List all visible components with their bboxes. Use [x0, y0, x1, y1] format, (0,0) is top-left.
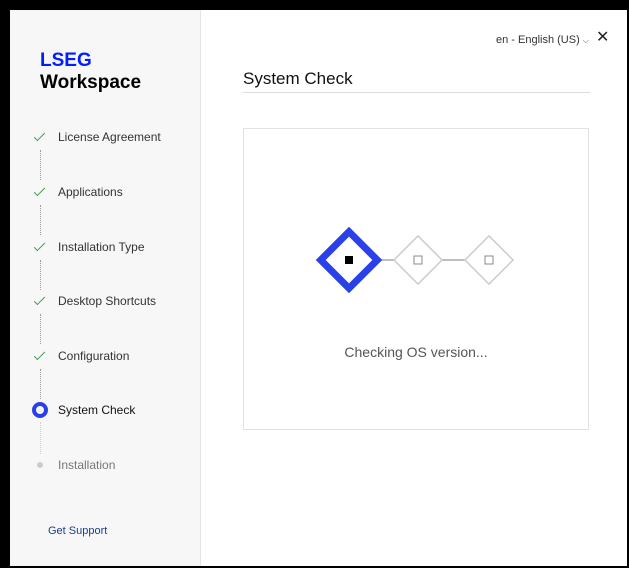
chevron-down-icon: ⌵ [582, 36, 589, 45]
logo-product: Workspace [40, 72, 142, 93]
language-label: en - English (US) [496, 34, 580, 46]
step-label: Installation [58, 458, 116, 472]
step-connector [40, 150, 41, 180]
pending-dot-icon [32, 457, 48, 473]
step-label: Configuration [58, 349, 130, 363]
check-progress-graphic [315, 226, 515, 294]
sidebar: LSEG Workspace License Agreement Applica… [10, 10, 201, 566]
logo-brand: LSEG [40, 50, 92, 71]
step-connector [40, 422, 41, 454]
step-label: Installation Type [58, 240, 145, 254]
step-installation: Installation [32, 455, 115, 475]
step-label: Desktop Shortcuts [58, 294, 157, 308]
step-label: System Check [58, 403, 136, 417]
system-check-panel: Checking OS version... [243, 128, 589, 430]
step-applications: Applications [32, 182, 123, 202]
step-connector [40, 205, 41, 235]
check-step-1-diamond-icon [315, 226, 383, 294]
title-divider [243, 92, 590, 93]
step-connector [40, 260, 41, 290]
step-connector [40, 314, 41, 344]
step-connector [40, 369, 41, 399]
check-icon [32, 129, 48, 145]
installer-window: LSEG Workspace License Agreement Applica… [10, 10, 627, 566]
step-label: Applications [58, 185, 123, 199]
check-icon [32, 348, 48, 364]
status-text: Checking OS version... [344, 344, 488, 360]
language-selector[interactable]: en - English (US) ⌵ [496, 34, 589, 46]
step-license-agreement: License Agreement [32, 127, 161, 147]
close-button[interactable]: ✕ [596, 30, 609, 46]
check-icon [32, 239, 48, 255]
logo: LSEG Workspace [40, 50, 141, 94]
page-title: System Check [243, 69, 353, 89]
step-label: License Agreement [58, 130, 161, 144]
check-step-3-diamond-icon [463, 234, 515, 286]
check-step-2-diamond-icon [392, 234, 444, 286]
current-step-ring-icon [32, 402, 48, 418]
get-support-link[interactable]: Get Support [48, 525, 107, 537]
step-desktop-shortcuts: Desktop Shortcuts [32, 291, 156, 311]
check-icon [32, 184, 48, 200]
step-configuration: Configuration [32, 346, 129, 366]
check-icon [32, 293, 48, 309]
step-installation-type: Installation Type [32, 237, 145, 257]
step-system-check: System Check [32, 400, 135, 420]
